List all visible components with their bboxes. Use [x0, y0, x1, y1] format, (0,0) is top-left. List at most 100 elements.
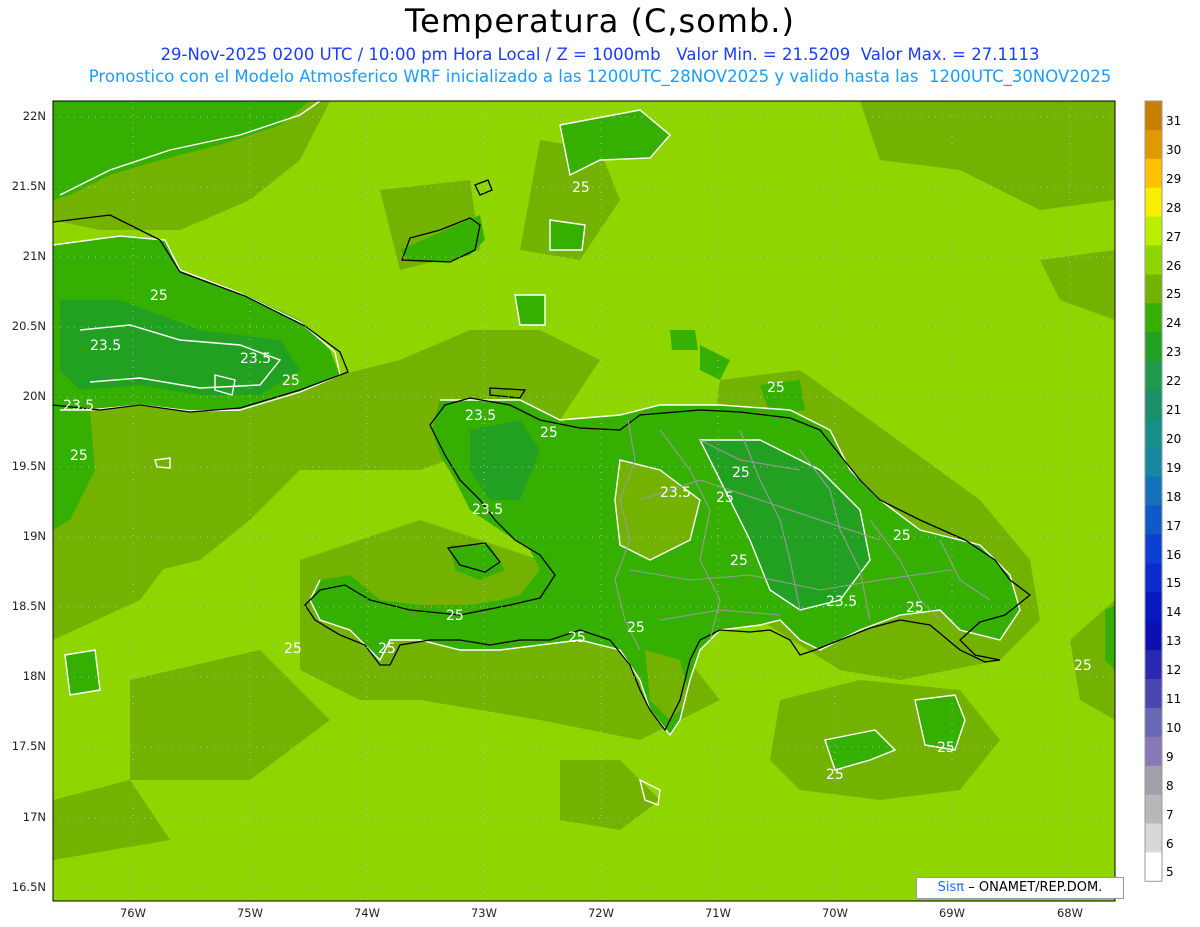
contour-label: 25 — [906, 600, 924, 616]
lat-label: 21.5N — [11, 179, 46, 193]
colorbar-swatch — [1145, 592, 1162, 622]
lon-label: 70W — [821, 906, 848, 920]
colorbar-swatch — [1145, 216, 1162, 246]
lon-label: 73W — [470, 906, 497, 920]
colorbar-label: 19 — [1166, 460, 1182, 475]
contour-label: 25 — [284, 641, 302, 657]
contour-label: 25 — [282, 373, 300, 389]
colorbar-label: 7 — [1166, 807, 1174, 822]
contour-label: 25 — [568, 630, 586, 646]
colorbar-swatch — [1145, 765, 1162, 796]
colorbar-label: 11 — [1166, 692, 1182, 706]
lat-label: 18.5N — [11, 599, 46, 613]
colorbar-swatch — [1145, 332, 1162, 362]
colorbar-label: 15 — [1166, 576, 1182, 591]
colorbar-swatch — [1145, 418, 1162, 449]
colorbar-swatch — [1145, 390, 1162, 420]
contour-label: 23.5 — [826, 594, 857, 610]
colorbar-swatch — [1145, 447, 1162, 478]
contour-label: 25 — [150, 288, 168, 304]
contour-label: 25 — [1074, 658, 1092, 674]
sispi-logo: Sisπ — [937, 880, 965, 895]
lon-label: 75W — [236, 906, 263, 920]
colorbar-label: 29 — [1166, 171, 1182, 186]
contour-label: 23.5 — [90, 338, 121, 354]
contour-label: 25 — [540, 425, 558, 441]
lon-label: 71W — [704, 906, 731, 920]
colorbar-swatch — [1145, 707, 1162, 738]
lat-label: 16.5N — [11, 880, 46, 894]
colorbar-label: 23 — [1166, 345, 1182, 360]
colorbar-label: 5 — [1166, 865, 1174, 880]
lon-label: 76W — [119, 906, 146, 920]
credit-box: Sisπ – ONAMET/REP.DOM. — [916, 877, 1124, 899]
credit-text: – ONAMET/REP.DOM. — [968, 880, 1103, 895]
colorbar-label: 10 — [1166, 720, 1182, 735]
colorbar-swatch — [1145, 823, 1162, 853]
contour-label: 25 — [70, 448, 88, 464]
contour-label: 25 — [937, 740, 955, 756]
lat-label: 17N — [22, 810, 46, 824]
colorbar-label: 6 — [1166, 836, 1174, 851]
contour-label: 23.5 — [63, 398, 94, 414]
colorbar-swatch — [1145, 679, 1162, 709]
lon-label: 69W — [938, 906, 965, 920]
colorbar-swatch — [1145, 476, 1162, 507]
contour-label: 25 — [572, 180, 590, 196]
colorbar-swatch — [1145, 736, 1162, 767]
colorbar-swatch — [1145, 129, 1162, 160]
colorbar-label: 17 — [1166, 518, 1182, 533]
contour-label: 23.5 — [660, 485, 691, 501]
contour-label: 25 — [730, 553, 748, 569]
colorbar-label: 22 — [1166, 374, 1182, 389]
colorbar-swatch — [1145, 158, 1162, 189]
lat-label: 22N — [22, 109, 46, 123]
colorbar-swatch — [1145, 303, 1162, 333]
colorbar-label: 20 — [1166, 431, 1182, 446]
lon-label: 68W — [1056, 906, 1083, 920]
colorbar-swatch — [1145, 852, 1162, 882]
colorbar-label: 28 — [1166, 200, 1182, 215]
lat-label: 19N — [22, 529, 46, 543]
contour-label: 25 — [627, 620, 645, 636]
contour-label: 25 — [893, 528, 911, 544]
contour-label: 23.5 — [465, 408, 496, 424]
lat-label: 18N — [22, 669, 46, 683]
colorbar-label: 12 — [1166, 663, 1182, 678]
map-field: 25 25 23.5 23.5 25 23.5 25 23.5 25 25 23.5 25 23.5 25… — [53, 101, 1115, 901]
colorbar-swatch — [1145, 187, 1162, 218]
colorbar-label: 8 — [1166, 778, 1174, 793]
colorbar-label: 9 — [1166, 749, 1174, 764]
colorbar-swatch — [1145, 274, 1162, 304]
colorbar-swatch — [1145, 505, 1162, 535]
colorbar-swatch — [1145, 621, 1162, 651]
temperature-map: 25 25 23.5 23.5 25 23.5 25 23.5 25 25 23.5 25 23.5 25… — [52, 100, 1163, 902]
contour-label: 25 — [378, 641, 396, 657]
colorbar-label: 24 — [1166, 316, 1182, 331]
colorbar-label: 21 — [1166, 403, 1182, 417]
lat-label: 17.5N — [11, 739, 46, 753]
contour-label: 23.5 — [240, 351, 271, 367]
lon-label: 72W — [587, 906, 614, 920]
lat-label: 20.5N — [11, 319, 46, 333]
contour-label: 23.5 — [472, 502, 503, 518]
colorbar-label: 30 — [1166, 142, 1182, 157]
colorbar-label: 25 — [1166, 287, 1182, 302]
lon-label: 74W — [353, 906, 380, 920]
lat-label: 19.5N — [11, 459, 46, 473]
colorbar-label: 16 — [1166, 547, 1182, 562]
contour-label: 25 — [446, 608, 464, 624]
lat-label: 20N — [22, 389, 46, 403]
contour-label: 25 — [767, 380, 785, 396]
colorbar-label: 26 — [1166, 258, 1182, 273]
colorbar-swatch — [1145, 563, 1162, 593]
colorbar-label: 31 — [1166, 114, 1182, 128]
lat-label: 21N — [22, 249, 46, 263]
colorbar-swatch — [1145, 534, 1162, 564]
colorbar-label: 13 — [1166, 634, 1182, 649]
contour-label: 25 — [826, 767, 844, 783]
colorbar-swatch — [1145, 101, 1162, 131]
colorbar-swatch — [1145, 650, 1162, 680]
colorbar-swatch — [1145, 794, 1162, 824]
contour-label: 25 — [732, 465, 750, 481]
